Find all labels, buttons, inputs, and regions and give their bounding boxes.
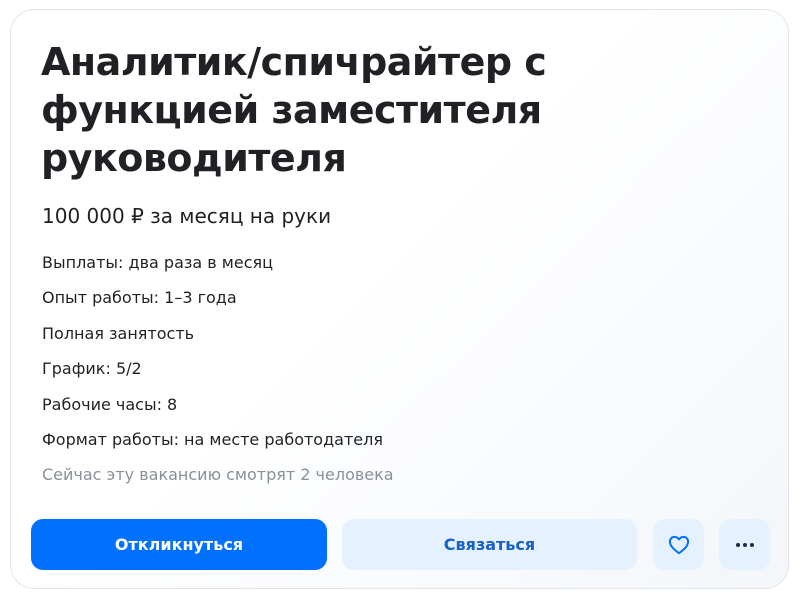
working-hours: Рабочие часы: 8 — [42, 394, 178, 414]
work-format: Формат работы: на месте работодателя — [42, 429, 383, 449]
more-options-button[interactable] — [719, 519, 770, 570]
vacancy-title: Аналитик/спичрайтер с функцией заместите… — [41, 40, 547, 180]
heart-icon — [668, 535, 690, 555]
vacancy-facts-list: Выплаты: два раза в месяц Опыт работы: 1… — [42, 251, 383, 463]
respond-button[interactable]: Откликнуться — [31, 519, 327, 570]
viewers-count-text: Сейчас эту вакансию смотрят 2 человека — [42, 465, 394, 484]
payout-frequency: Выплаты: два раза в месяц — [42, 253, 274, 272]
contact-button[interactable]: Связаться — [342, 519, 637, 570]
experience-required: Опыт работы: 1–3 года — [42, 288, 237, 308]
employment-type: Полная занятость — [42, 323, 195, 343]
vacancy-card: Аналитик/спичрайтер с функцией заместите… — [10, 9, 789, 589]
salary-text: 100 000 ₽ за месяц на руки — [42, 204, 332, 228]
more-horizontal-icon — [735, 542, 755, 548]
work-schedule: График: 5/2 — [42, 359, 142, 379]
favorite-button[interactable] — [653, 519, 704, 570]
